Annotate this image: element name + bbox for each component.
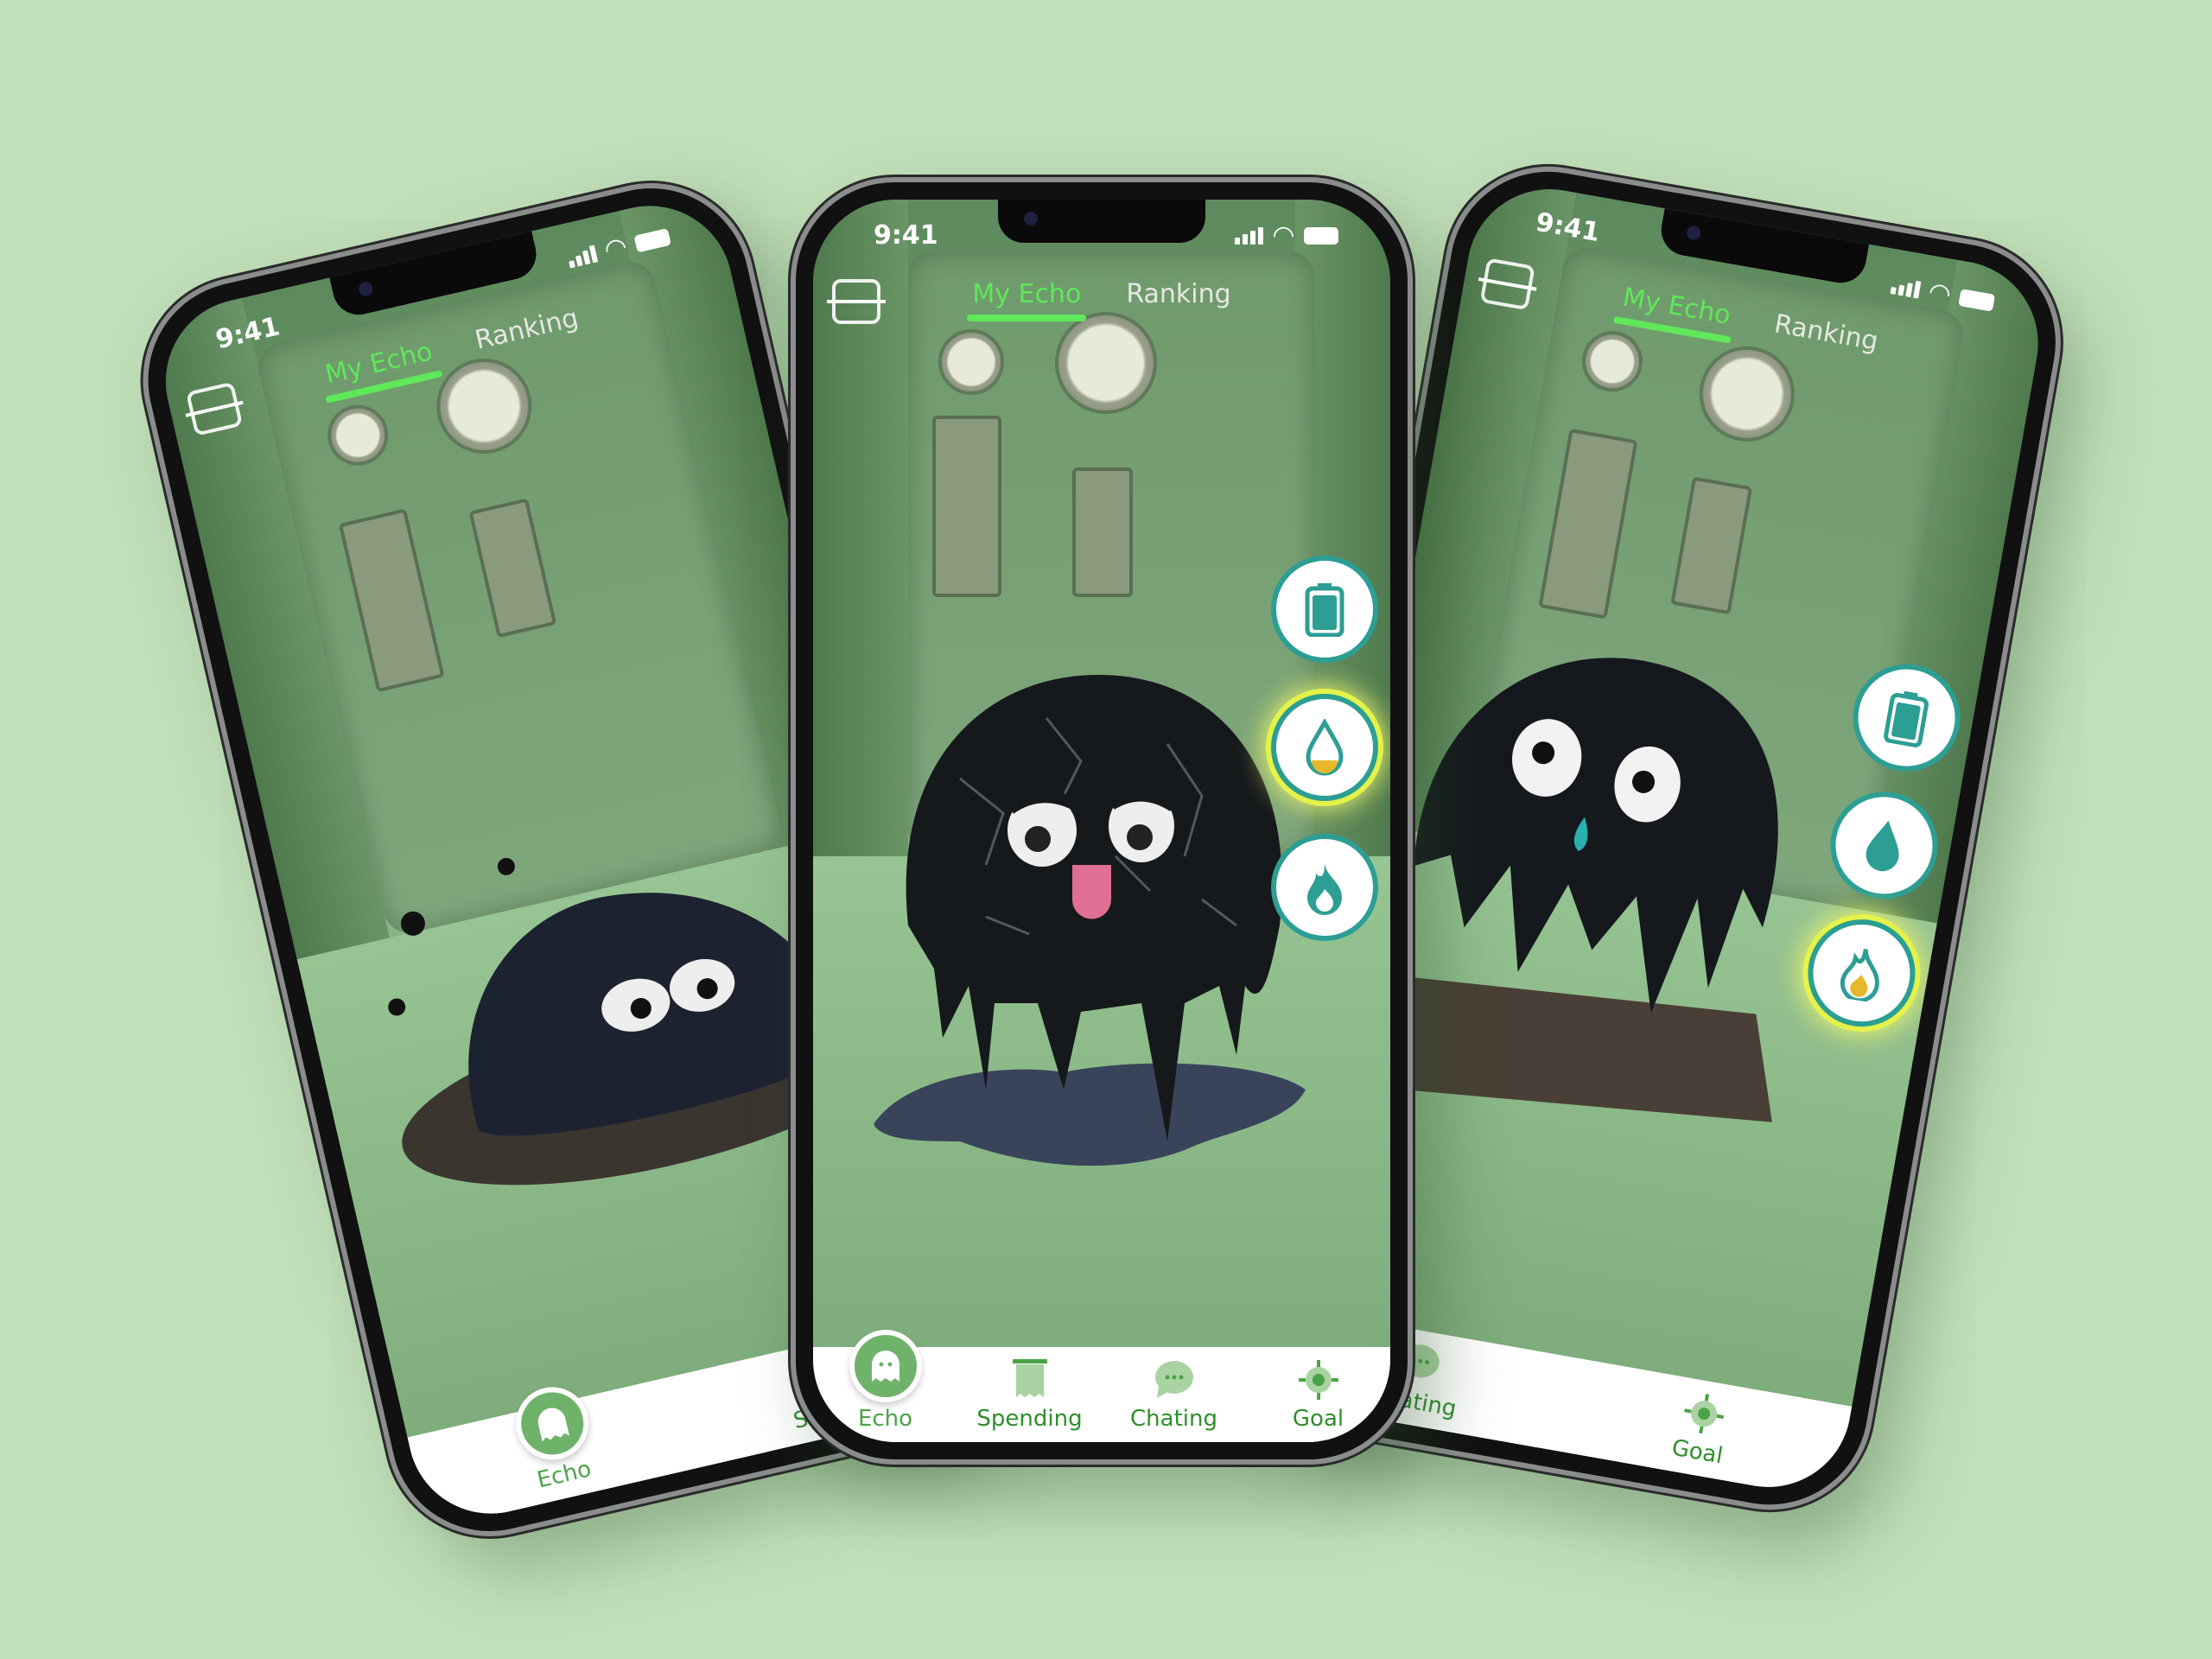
- phone-center: 9:41 ◠ My Echo Ranking Echo Spending Chati…: [791, 177, 1413, 1465]
- tab-goal[interactable]: Goal: [1258, 1357, 1379, 1432]
- drop-button[interactable]: [1271, 694, 1378, 801]
- target-icon: [1678, 1388, 1730, 1440]
- target-icon: [1296, 1357, 1341, 1402]
- tab-goal-label: Goal: [1292, 1406, 1344, 1432]
- wifi-icon: ◠: [1927, 276, 1953, 310]
- battery-icon: [1884, 690, 1929, 748]
- wifi-icon: ◠: [1273, 220, 1294, 251]
- screen: 9:41 ◠ My Echo Ranking Echo Spending Chati…: [813, 200, 1390, 1442]
- ghost-icon: [849, 1330, 922, 1402]
- battery-status-icon: [633, 227, 671, 252]
- tab-goal[interactable]: Goal: [1636, 1381, 1768, 1475]
- battery-icon: [1305, 583, 1344, 637]
- echo-creature-dripping: [1374, 658, 1778, 1122]
- status-time: 9:41: [874, 220, 938, 251]
- tab-ranking[interactable]: Ranking: [1126, 279, 1230, 321]
- receipt-icon: [1007, 1357, 1052, 1402]
- tab-echo-label: Echo: [857, 1406, 913, 1432]
- tab-spending[interactable]: Spending: [969, 1357, 1090, 1432]
- battery-button[interactable]: [1271, 556, 1378, 663]
- chat-bubble-icon: [1152, 1357, 1197, 1402]
- tab-my-echo[interactable]: My Echo: [967, 279, 1087, 321]
- battery-status-icon: [1304, 226, 1338, 245]
- echo-creature-cracked: [874, 675, 1306, 1166]
- drop-icon: [1306, 719, 1344, 776]
- fire-icon: [1307, 863, 1342, 915]
- signal-icon: [566, 245, 598, 268]
- tab-bar: Echo Spending Chating Goal: [813, 1330, 1390, 1442]
- wifi-icon: ◠: [602, 231, 629, 266]
- tab-chating[interactable]: Chating: [1114, 1357, 1235, 1432]
- tab-echo[interactable]: Echo: [825, 1330, 946, 1432]
- tab-chating-label: Chating: [1130, 1406, 1217, 1432]
- tab-echo[interactable]: Echo: [495, 1380, 626, 1501]
- fire-button[interactable]: [1271, 834, 1378, 941]
- tab-spending-label: Spending: [976, 1406, 1083, 1432]
- signal-icon: [1890, 276, 1922, 299]
- signal-icon: [1234, 226, 1263, 245]
- drop-icon: [1866, 820, 1899, 872]
- battery-status-icon: [1958, 288, 1996, 312]
- fire-icon: [1840, 949, 1879, 1003]
